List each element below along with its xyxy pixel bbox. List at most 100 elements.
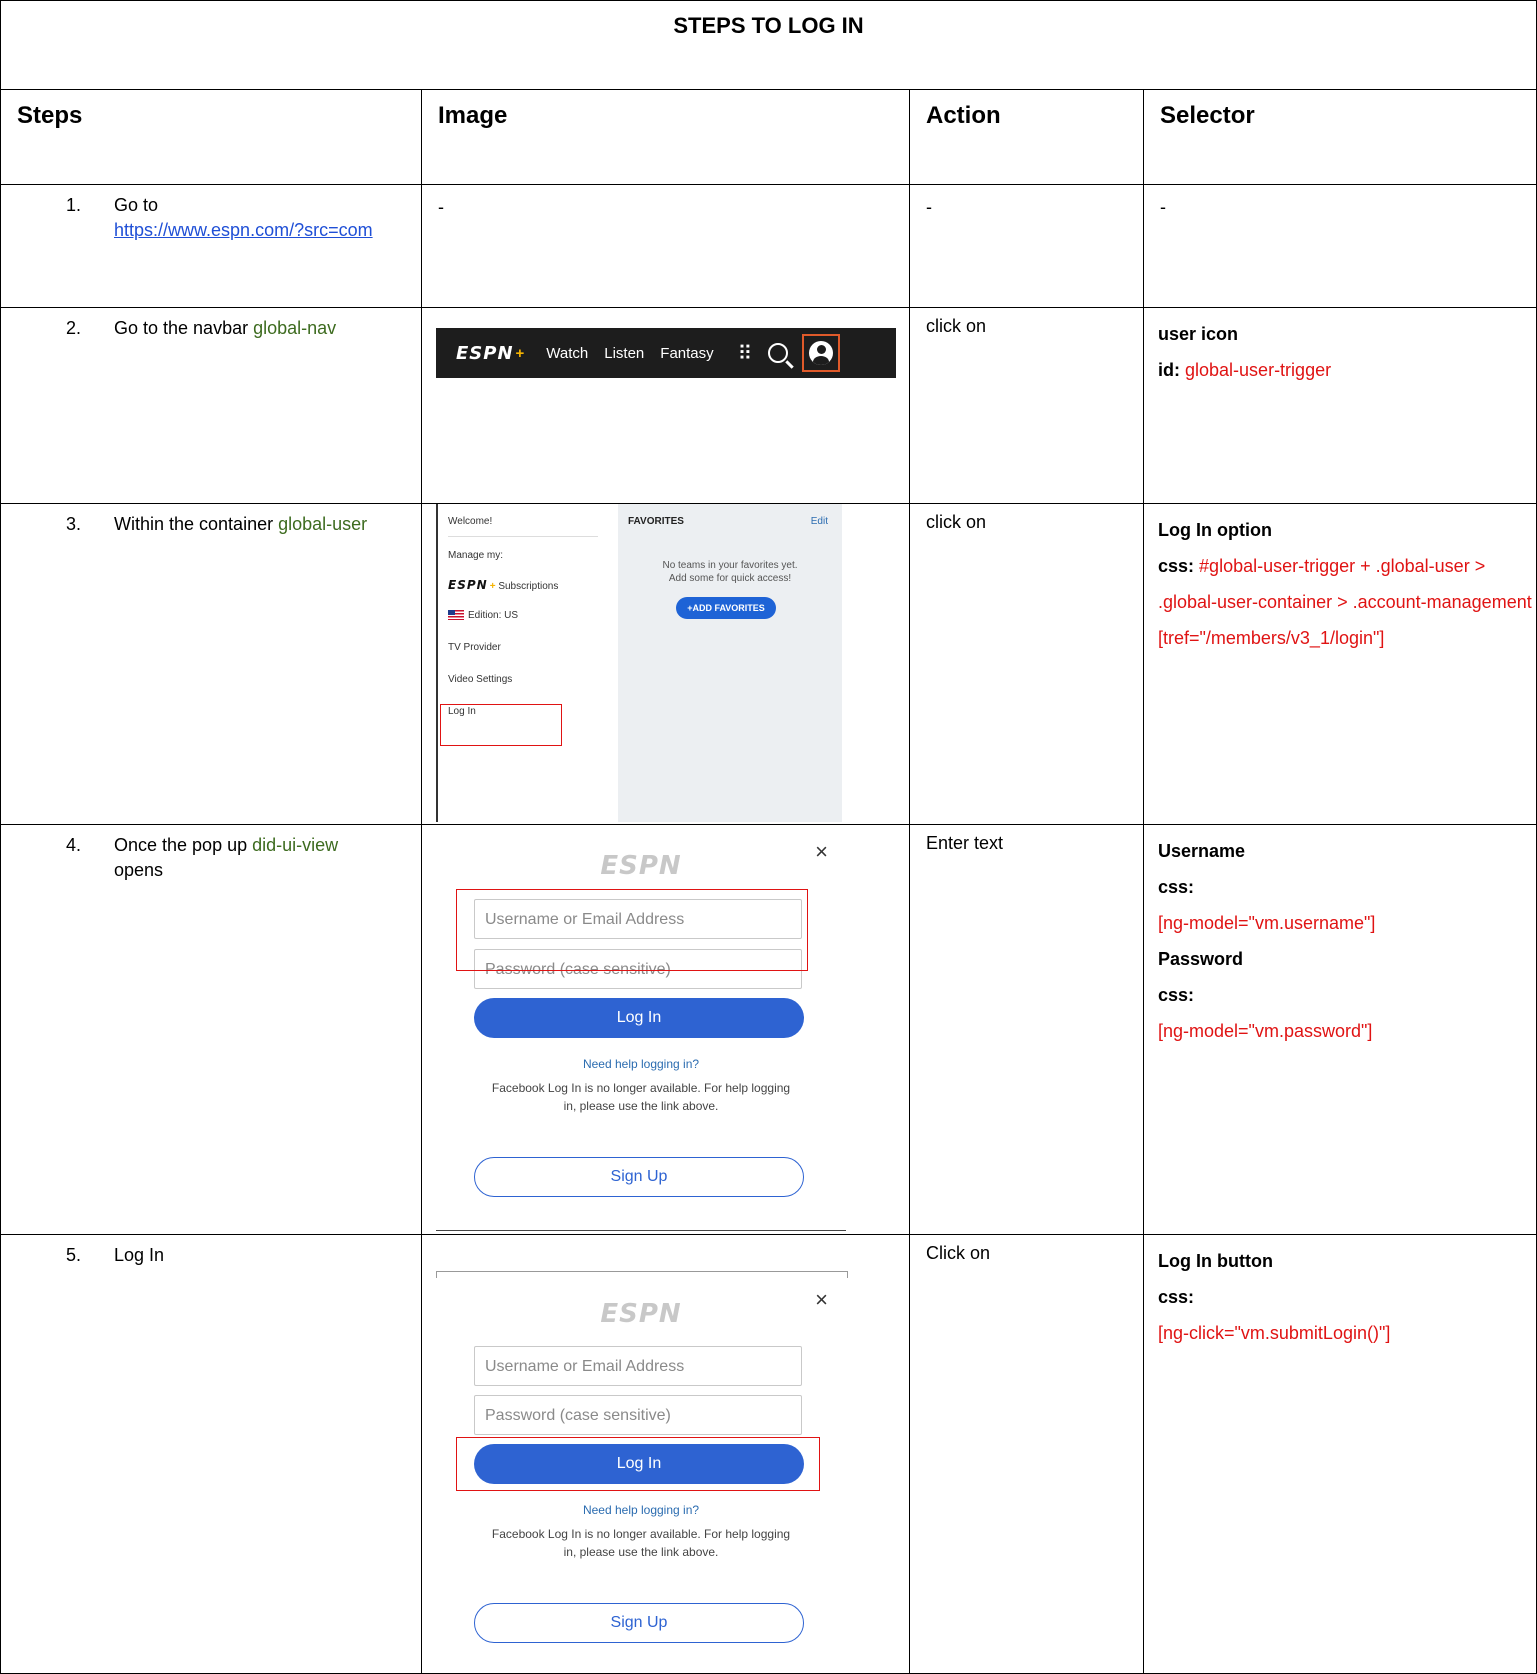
favorites-title: FAVORITES <box>628 516 684 527</box>
table-row: 2. Go to the navbar global-nav ESPN + Wat… <box>0 307 1537 504</box>
action-cell: - <box>909 184 1144 308</box>
favorites-message: No teams in your favorites yet. Add some … <box>662 560 798 584</box>
action-cell: click on <box>909 307 1144 504</box>
espn-plus-icon: + <box>515 344 525 362</box>
add-favorites-button[interactable]: +ADD FAVORITES <box>676 597 776 619</box>
code-ref: did-ui-view <box>252 835 339 855</box>
code-ref: global-nav <box>253 318 337 338</box>
espn-logo: ESPN <box>448 578 488 592</box>
step-text: Once the pop up did-ui-view opens <box>114 835 339 880</box>
image-cell: ESPN × Username or Email Address Passwor… <box>421 824 910 1235</box>
password-input[interactable]: Password (case sensitive) <box>474 1395 802 1435</box>
action-cell: Click on <box>909 1234 1144 1674</box>
selector-value: global-user-trigger <box>1185 360 1332 380</box>
user-menu-screenshot: Welcome! Manage my: ESPN + Subscriptions … <box>436 504 842 822</box>
selector-cell: Log In button css: [ng-click="vm.submitL… <box>1142 1234 1537 1674</box>
step-cell: 5. Log In <box>0 1234 422 1674</box>
image-cell: - <box>421 184 910 308</box>
step-text: Go to the navbar global-nav <box>114 318 337 338</box>
selector-key: id: <box>1158 360 1180 380</box>
inputs-highlight-box <box>456 889 808 971</box>
espn-plus-icon: + <box>489 581 496 592</box>
selector-key: css: <box>1158 985 1195 1005</box>
close-icon[interactable]: × <box>815 839 828 865</box>
table-row: 5. Log In ESPN × Username or Email Addre… <box>0 1234 1537 1674</box>
facebook-message: Facebook Log In is no longer available. … <box>491 1081 791 1113</box>
image-cell: Welcome! Manage my: ESPN + Subscriptions … <box>421 503 910 825</box>
action-cell: click on <box>909 503 1144 825</box>
help-link[interactable]: Need help logging in? <box>436 1057 846 1071</box>
grid-icon[interactable]: ⠿ <box>738 341 753 366</box>
espn-logo: ESPN <box>600 1299 682 1329</box>
selector-value: [ng-model="vm.password"] <box>1158 1021 1373 1041</box>
step-number: 5. <box>65 1245 81 1265</box>
manage-label: Manage my: <box>448 550 504 561</box>
nav-listen[interactable]: Listen <box>604 345 644 362</box>
step-text: Log In <box>114 1245 165 1265</box>
image-cell: ESPN × Username or Email Address Passwor… <box>421 1234 910 1674</box>
espn-navbar: ESPN + Watch Listen Fantasy ⠿ <box>436 328 896 378</box>
step-number: 4. <box>65 835 81 855</box>
header-steps: Steps <box>0 89 422 185</box>
subscriptions-item[interactable]: Subscriptions <box>498 581 558 592</box>
selector-cell: - <box>1142 184 1537 308</box>
signup-button[interactable]: Sign Up <box>474 1603 804 1643</box>
table-title: STEPS TO LOG IN <box>0 0 1537 90</box>
selector-title: Username <box>1158 841 1246 861</box>
close-icon[interactable]: × <box>815 1287 828 1313</box>
step-cell: 1. Go to https://www.espn.com/?src=com <box>0 184 422 308</box>
step-cell: 4. Once the pop up did-ui-view opens <box>0 824 422 1235</box>
header-image: Image <box>421 89 910 185</box>
help-link[interactable]: Need help logging in? <box>436 1503 846 1517</box>
selector-key: css: <box>1158 556 1195 576</box>
table-row: 3. Within the container global-user Welc… <box>0 503 1537 825</box>
code-ref: global-user <box>278 514 368 534</box>
favorites-edit-link[interactable]: Edit <box>811 516 828 527</box>
user-icon[interactable] <box>809 341 834 365</box>
facebook-message: Facebook Log In is no longer available. … <box>491 1527 791 1559</box>
nav-fantasy[interactable]: Fantasy <box>660 345 713 362</box>
step-cell: 2. Go to the navbar global-nav <box>0 307 422 504</box>
selector-value: [ng-model="vm.username"] <box>1158 913 1376 933</box>
username-input[interactable]: Username or Email Address <box>474 1346 802 1386</box>
selector-value: [ng-click="vm.submitLogin()"] <box>1158 1323 1391 1343</box>
selector-key: css: <box>1158 1287 1195 1307</box>
user-icon-highlight[interactable] <box>802 334 841 372</box>
video-settings-item[interactable]: Video Settings <box>448 674 512 685</box>
step-text: Within the container global-user <box>114 514 368 534</box>
signup-button[interactable]: Sign Up <box>474 1157 804 1197</box>
step-cell: 3. Within the container global-user <box>0 503 422 825</box>
step-text: Go to https://www.espn.com/?src=com <box>114 195 373 240</box>
espn-logo: ESPN <box>600 851 682 881</box>
espn-link[interactable]: https://www.espn.com/?src=com <box>114 220 373 240</box>
selector-cell: Username css: [ng-model="vm.username"] P… <box>1142 824 1537 1235</box>
header-action: Action <box>909 89 1144 185</box>
espn-logo: ESPN <box>456 342 514 364</box>
nav-watch[interactable]: Watch <box>546 345 588 362</box>
steps-table: STEPS TO LOG IN Steps Image Action Selec… <box>0 0 1537 1674</box>
selector-cell: Log In option css: #global-user-trigger … <box>1142 503 1537 825</box>
header-selector: Selector <box>1142 89 1537 185</box>
selector-title: Password <box>1158 949 1244 969</box>
action-cell: Enter text <box>909 824 1144 1235</box>
login-button[interactable]: Log In <box>474 998 804 1038</box>
selector-title: Log In button <box>1158 1251 1273 1271</box>
edition-item[interactable]: Edition: US <box>468 610 518 621</box>
search-icon[interactable] <box>768 343 789 363</box>
table-row: 4. Once the pop up did-ui-view opens ESPN… <box>0 824 1537 1235</box>
step-number: 1. <box>65 195 81 215</box>
table-row: 1. Go to https://www.espn.com/?src=com -… <box>0 184 1537 308</box>
selector-cell: user icon id: global-user-trigger <box>1142 307 1537 504</box>
selector-value: #global-user-trigger + .global-user > .g… <box>1158 556 1532 648</box>
login-highlight-box <box>440 704 562 746</box>
welcome-text: Welcome! <box>448 516 493 527</box>
step-number: 3. <box>65 514 81 534</box>
image-cell: ESPN + Watch Listen Fantasy ⠿ <box>421 307 910 504</box>
step-number: 2. <box>65 318 81 338</box>
selector-key: css: <box>1158 877 1195 897</box>
tv-provider-item[interactable]: TV Provider <box>448 642 501 653</box>
login-popup: ESPN × Username or Email Address Passwor… <box>436 825 846 1231</box>
login-button-highlight-box <box>456 1437 820 1491</box>
selector-title: Log In option <box>1158 520 1272 540</box>
us-flag-icon <box>448 610 464 621</box>
